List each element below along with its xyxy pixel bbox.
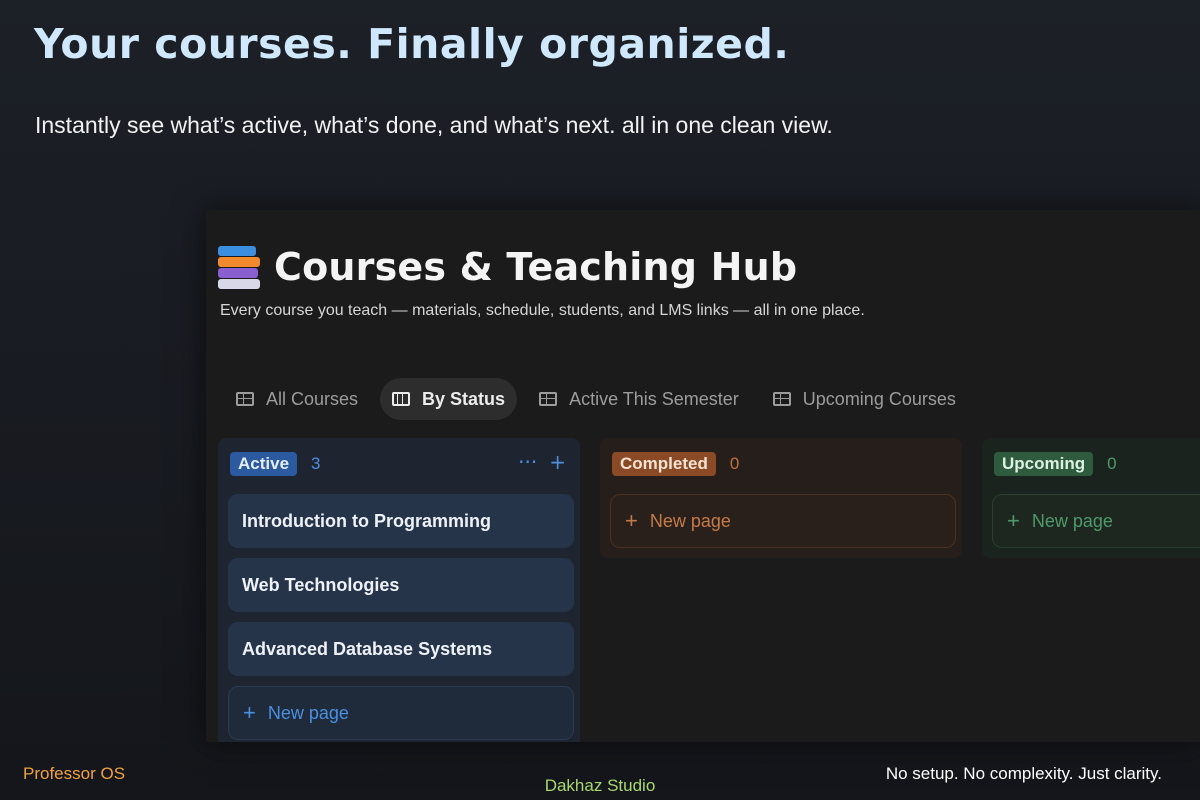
tab-label: Active This Semester: [569, 388, 739, 409]
tagline: No setup. No complexity. Just clarity.: [885, 764, 1162, 783]
new-page-button[interactable]: + New page: [228, 686, 574, 740]
app-screenshot: Courses & Teaching Hub Every course you …: [206, 210, 1200, 742]
column-count: 3: [311, 454, 321, 473]
new-page-label: New page: [267, 702, 349, 723]
tab-upcoming-courses[interactable]: Upcoming Courses: [761, 378, 968, 420]
status-badge[interactable]: Upcoming: [994, 452, 1094, 476]
column-count: 0: [729, 454, 740, 473]
column-header: Active 3: [230, 452, 321, 476]
column-count: 0: [1107, 454, 1117, 473]
new-page-button[interactable]: + New page: [610, 494, 956, 548]
tab-all-courses[interactable]: All Courses: [224, 378, 370, 420]
plus-icon: +: [625, 508, 638, 533]
page-title-text: Courses & Teaching Hub: [274, 245, 798, 289]
status-badge[interactable]: Completed: [612, 452, 716, 476]
plus-icon: +: [1007, 508, 1020, 533]
view-tabs: All Courses By Status Active This Semest…: [224, 378, 978, 420]
new-page-label: New page: [649, 510, 731, 531]
board-column-upcoming: Upcoming 0 + New page: [982, 438, 1200, 558]
tab-by-status[interactable]: By Status: [380, 378, 518, 420]
course-card[interactable]: Web Technologies: [228, 558, 574, 612]
course-card[interactable]: Advanced Database Systems: [228, 622, 574, 676]
tab-label: All Courses: [266, 388, 359, 409]
plus-icon: +: [243, 700, 256, 725]
table-icon: [236, 392, 254, 406]
tab-label: Upcoming Courses: [802, 388, 956, 409]
column-header: Upcoming 0: [994, 452, 1117, 476]
new-page-label: New page: [1031, 510, 1113, 531]
tab-label: By Status: [422, 388, 506, 409]
subheadline: Instantly see what’s active, what’s done…: [35, 112, 833, 138]
course-card[interactable]: Introduction to Programming: [228, 494, 574, 548]
page-description: Every course you teach — materials, sche…: [220, 302, 865, 319]
column-header: Completed 0: [612, 452, 739, 476]
column-actions: ··· +: [506, 450, 566, 474]
books-icon: [216, 244, 262, 290]
table-icon: [772, 392, 791, 406]
table-icon: [539, 392, 558, 406]
page-title: Courses & Teaching Hub: [216, 244, 797, 290]
board-column-completed: Completed 0 + New page: [600, 438, 962, 558]
more-options-icon[interactable]: ···: [518, 450, 537, 474]
headline: Your courses. Finally organized.: [34, 20, 790, 68]
board-icon: [392, 392, 411, 406]
new-page-button[interactable]: + New page: [992, 494, 1200, 548]
board-column-active: Active 3 ··· + Introduction to Programmi…: [218, 438, 580, 742]
add-icon[interactable]: +: [549, 450, 566, 474]
tab-active-this-semester[interactable]: Active This Semester: [527, 378, 751, 420]
status-badge[interactable]: Active: [230, 452, 298, 476]
